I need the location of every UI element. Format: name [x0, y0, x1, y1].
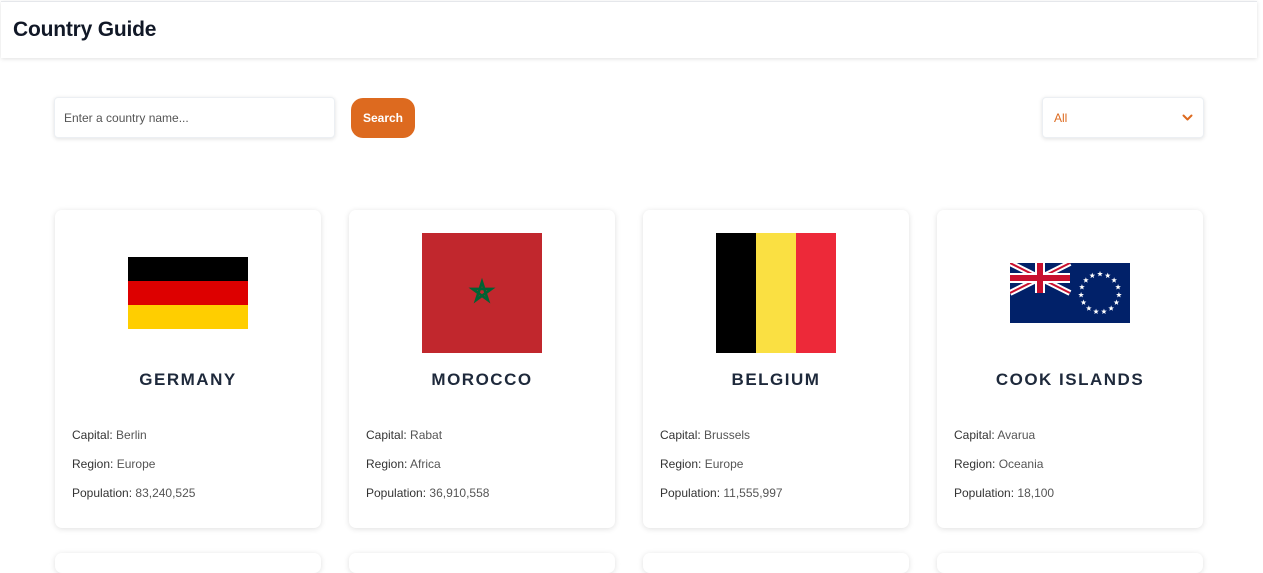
- cook-islands-flag: [1010, 233, 1130, 353]
- country-name: COOK ISLANDS: [995, 370, 1145, 389]
- country-card[interactable]: COOK ISLANDS Capital: Avarua Region: Oce…: [937, 210, 1203, 528]
- country-name: MOROCCO: [431, 370, 533, 389]
- region-row: Region: Europe: [660, 457, 744, 471]
- population-row: Population: 18,100: [954, 486, 1055, 500]
- search-input[interactable]: [54, 97, 335, 138]
- region-row: Region: Europe: [72, 457, 156, 471]
- chevron-down-icon: [1182, 114, 1193, 120]
- page-title: Country Guide: [13, 18, 157, 41]
- region-filter-value: All: [1054, 110, 1068, 125]
- capital-row: Capital: Avarua: [954, 428, 1036, 442]
- capital-row: Capital: Rabat: [366, 428, 443, 442]
- germany-flag: [128, 233, 248, 353]
- region-row: Region: Africa: [366, 457, 441, 471]
- region-filter-select[interactable]: All: [1042, 97, 1204, 138]
- country-card[interactable]: MOROCCO Capital: Rabat Region: Africa Po…: [349, 210, 615, 528]
- region-row: Region: Oceania: [954, 457, 1044, 471]
- country-name: BELGIUM: [731, 370, 821, 389]
- country-card[interactable]: [937, 553, 1203, 573]
- morocco-flag: [422, 233, 542, 353]
- country-card[interactable]: BELGIUM Capital: Brussels Region: Europe…: [643, 210, 909, 528]
- population-row: Population: 11,555,997: [660, 486, 783, 500]
- country-card[interactable]: GERMANY Capital: Berlin Region: Europe P…: [55, 210, 321, 528]
- population-row: Population: 36,910,558: [366, 486, 490, 500]
- country-name: GERMANY: [139, 370, 237, 389]
- country-card[interactable]: [55, 553, 321, 573]
- capital-row: Capital: Brussels: [660, 428, 751, 442]
- belgium-flag: [716, 233, 836, 353]
- search-button[interactable]: Search: [351, 98, 415, 138]
- country-card[interactable]: [349, 553, 615, 573]
- population-row: Population: 83,240,525: [72, 486, 196, 500]
- capital-row: Capital: Berlin: [72, 428, 147, 442]
- app-header: Country Guide: [1, 1, 1257, 58]
- country-card[interactable]: [643, 553, 909, 573]
